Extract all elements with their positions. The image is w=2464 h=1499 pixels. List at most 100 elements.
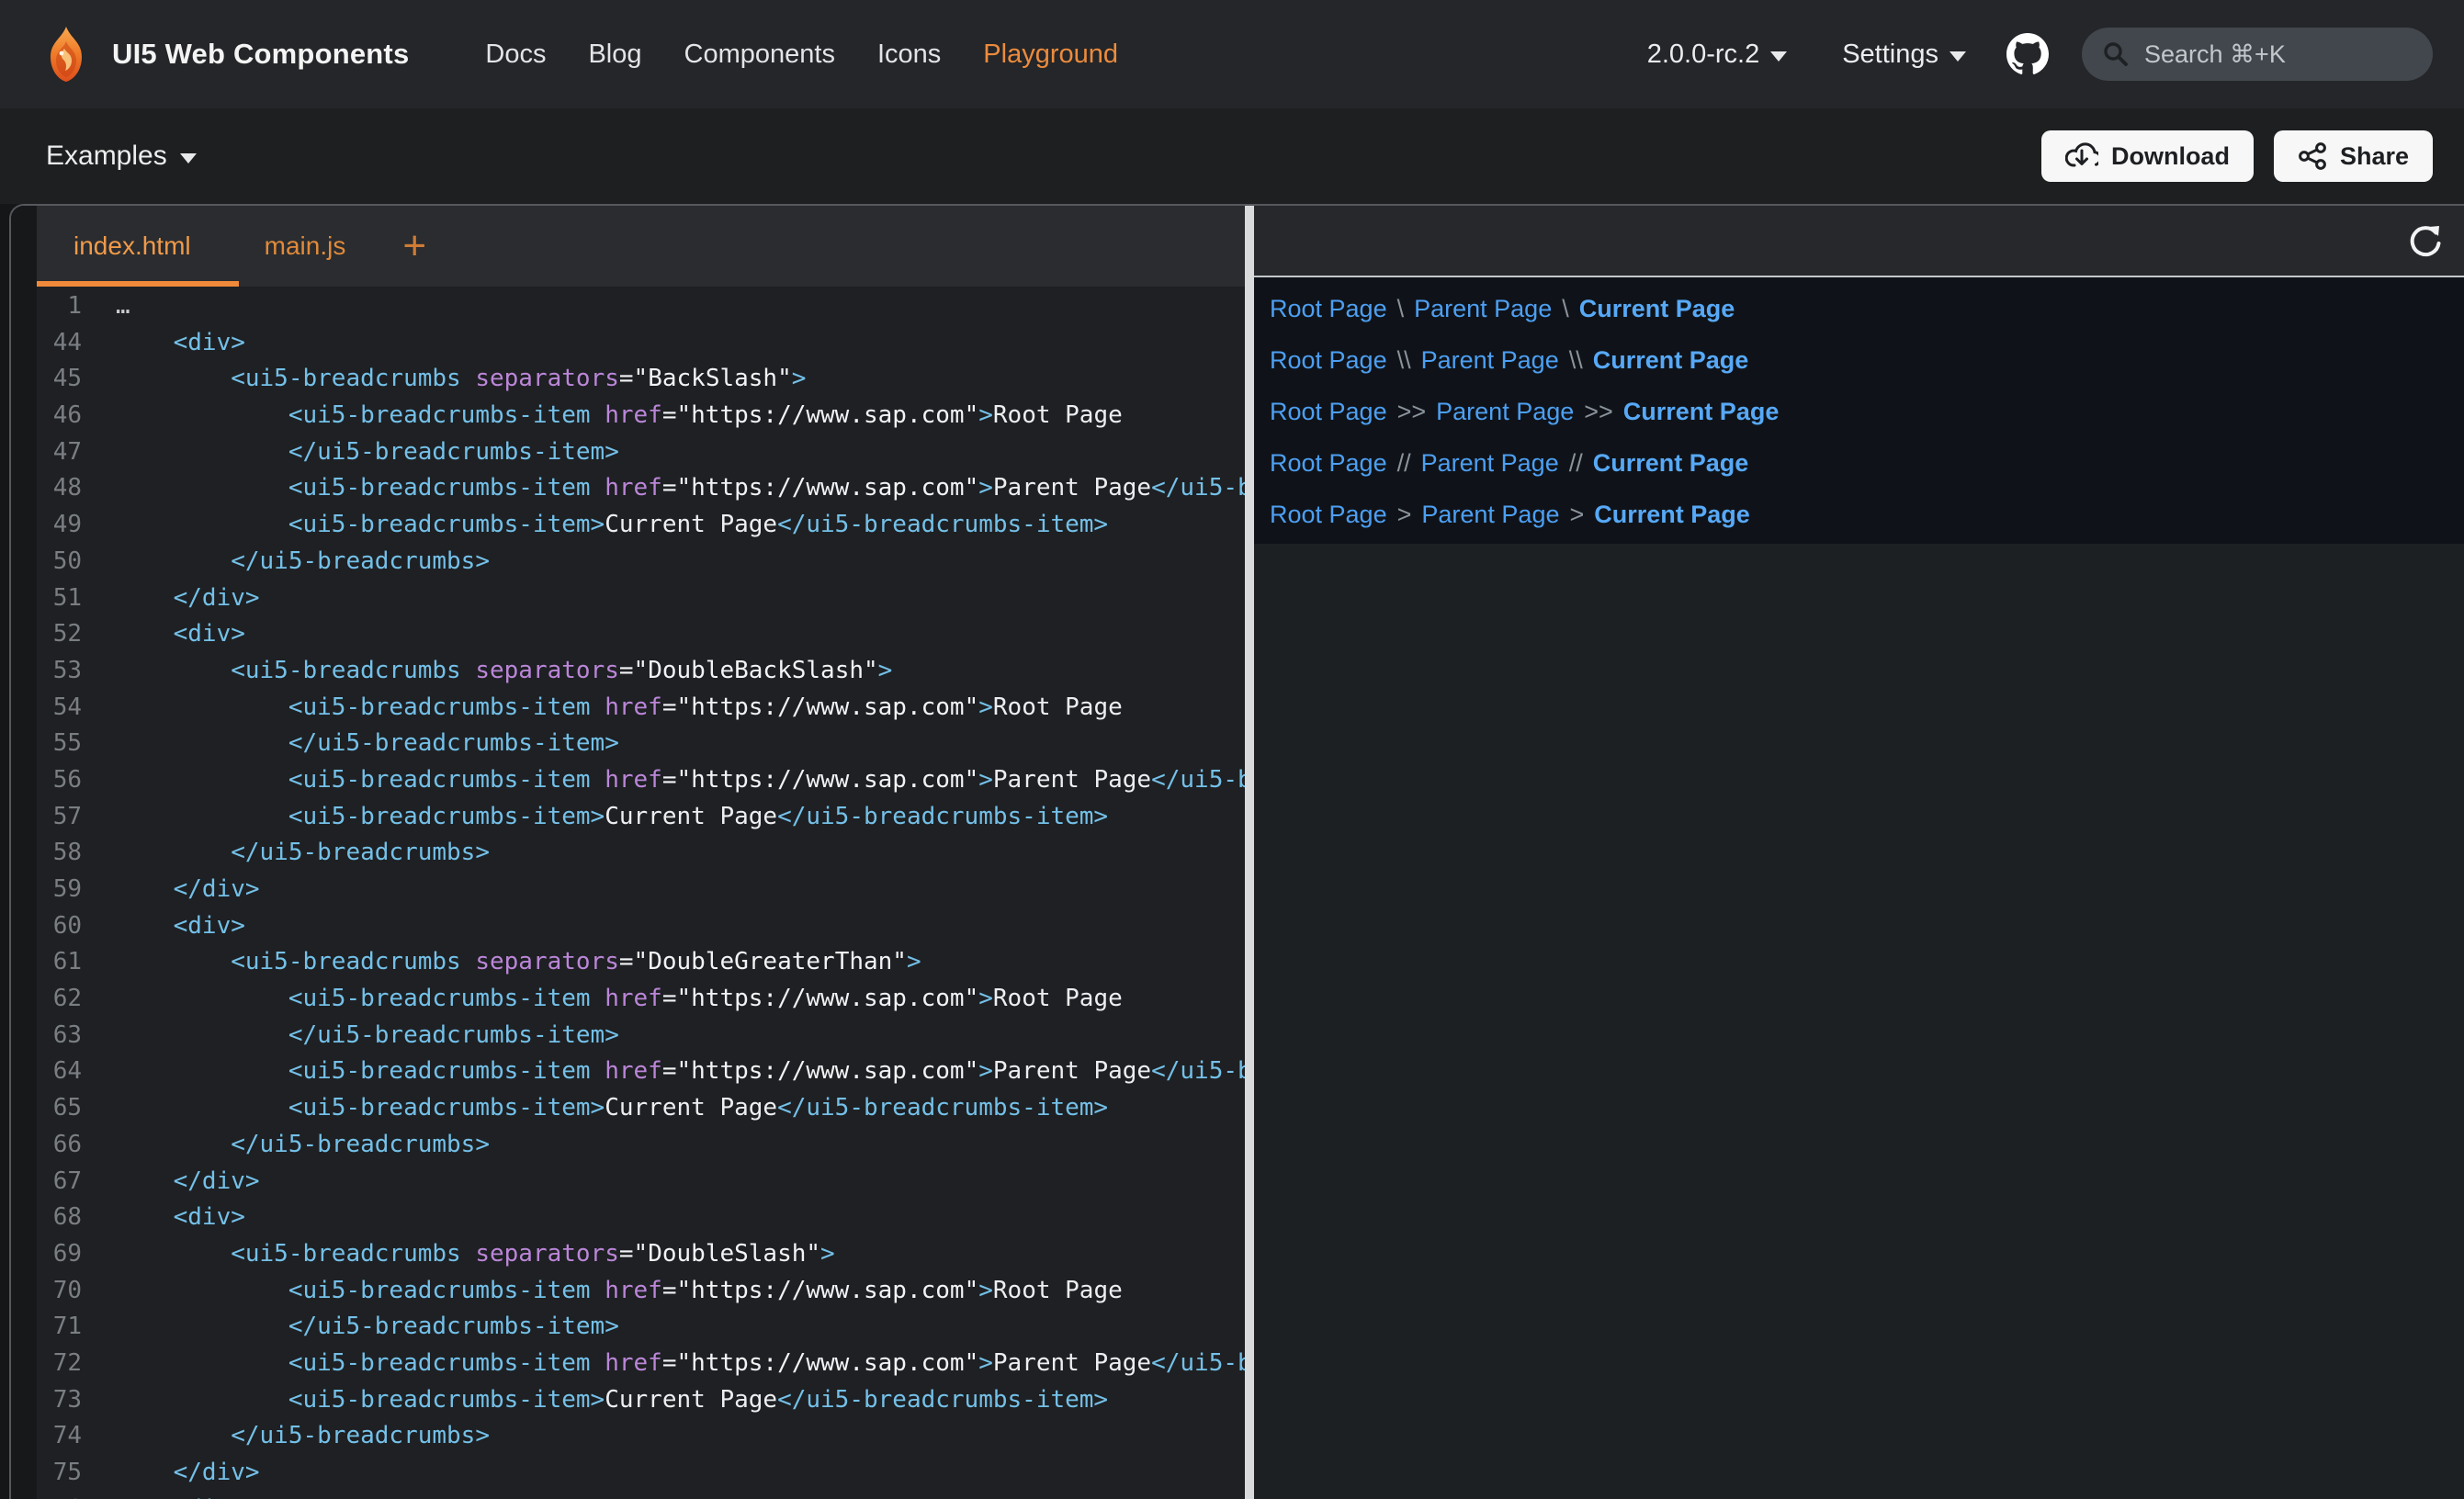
breadcrumb-current: Current Page [1593, 449, 1749, 477]
nav-link-blog[interactable]: Blog [567, 39, 662, 70]
top-navbar: UI5 Web Components DocsBlogComponentsIco… [0, 0, 2464, 108]
breadcrumb-link[interactable]: Parent Page [1436, 398, 1574, 425]
code-text: <div> [116, 908, 245, 945]
line-number: 59 [11, 872, 82, 908]
breadcrumb-link[interactable]: Parent Page [1414, 295, 1552, 322]
breadcrumb-current: Current Page [1594, 501, 1750, 528]
code-line: 44 <div> [11, 325, 1245, 362]
tab-main-js[interactable]: main.js [228, 231, 383, 261]
line-number: 57 [11, 799, 82, 836]
code-text: <ui5-breadcrumbs-item href="https://www.… [116, 1346, 1245, 1382]
code-area[interactable]: 1…44 <div>45 <ui5-breadcrumbs separators… [11, 287, 1245, 1499]
breadcrumb-link[interactable]: Root Page [1270, 346, 1387, 374]
nav-links: DocsBlogComponentsIconsPlayground [464, 39, 1139, 70]
code-editor-pane[interactable]: index.html main.js + 1…44 <div>45 <ui5-b… [11, 206, 1245, 1499]
code-text: </ui5-breadcrumbs> [116, 544, 490, 580]
line-number: 75 [11, 1455, 82, 1492]
line-number: 68 [11, 1200, 82, 1236]
line-number: 52 [11, 616, 82, 653]
line-number: 56 [11, 762, 82, 799]
add-tab-icon[interactable]: + [382, 228, 446, 265]
code-line: 49 <ui5-breadcrumbs-item>Current Page</u… [11, 507, 1245, 544]
code-text: <ui5-breadcrumbs-item>Current Page</ui5-… [116, 507, 1108, 544]
nav-link-components[interactable]: Components [663, 39, 856, 70]
line-number: 62 [11, 981, 82, 1018]
nav-link-docs[interactable]: Docs [464, 39, 567, 70]
breadcrumb-separator: >> [1584, 398, 1613, 425]
examples-dropdown[interactable]: Examples [46, 141, 197, 172]
breadcrumb-link[interactable]: Parent Page [1421, 501, 1559, 528]
toolbar-actions: Download Share [2041, 130, 2433, 182]
refresh-icon[interactable] [2405, 220, 2446, 261]
line-number: 58 [11, 835, 82, 872]
line-number: 76 [11, 1492, 82, 1499]
site-title: UI5 Web Components [112, 38, 409, 71]
examples-label: Examples [46, 141, 167, 172]
search-input[interactable] [2142, 39, 2403, 70]
share-button[interactable]: Share [2274, 130, 2433, 182]
code-text: </ui5-breadcrumbs> [116, 835, 490, 872]
line-number: 45 [11, 361, 82, 398]
code-line: 45 <ui5-breadcrumbs separators="BackSlas… [11, 361, 1245, 398]
breadcrumb-link[interactable]: Root Page [1270, 295, 1387, 322]
code-text: <ui5-breadcrumbs-item href="https://www.… [116, 398, 1123, 434]
code-line: 52 <div> [11, 616, 1245, 653]
code-line: 51 </div> [11, 580, 1245, 617]
code-text: <div> [116, 1492, 245, 1499]
github-icon[interactable] [2006, 33, 2049, 75]
download-button[interactable]: Download [2041, 130, 2254, 182]
code-line: 61 <ui5-breadcrumbs separators="DoubleGr… [11, 944, 1245, 981]
logo-phoenix-icon[interactable] [37, 25, 96, 84]
line-number: 67 [11, 1164, 82, 1200]
line-number: 61 [11, 944, 82, 981]
code-line: 1… [11, 288, 1245, 325]
search-icon [2102, 40, 2130, 68]
version-dropdown[interactable]: 2.0.0-rc.2 [1647, 39, 1788, 70]
line-number: 1 [11, 288, 82, 325]
code-text: <div> [116, 325, 245, 362]
download-label: Download [2111, 142, 2230, 171]
breadcrumb-link[interactable]: Root Page [1270, 501, 1387, 528]
editor-tabbar: index.html main.js + [11, 206, 1245, 287]
code-text: <ui5-breadcrumbs-item>Current Page</ui5-… [116, 1382, 1108, 1419]
code-text: … [116, 288, 133, 325]
breadcrumb-current: Current Page [1623, 398, 1780, 425]
breadcrumb-link[interactable]: Parent Page [1421, 449, 1559, 477]
code-line: 70 <ui5-breadcrumbs-item href="https://w… [11, 1273, 1245, 1310]
code-text: </ui5-breadcrumbs> [116, 1418, 490, 1455]
line-number: 66 [11, 1127, 82, 1164]
nav-link-playground[interactable]: Playground [962, 39, 1139, 70]
code-text: </div> [116, 1164, 260, 1200]
code-line: 59 </div> [11, 872, 1245, 908]
code-text: <ui5-breadcrumbs-item href="https://www.… [116, 1273, 1123, 1310]
breadcrumb-link[interactable]: Parent Page [1421, 346, 1559, 374]
code-text: </ui5-breadcrumbs> [116, 1127, 490, 1164]
preview-pane: Root Page\Parent Page\Current PageRoot P… [1254, 206, 2464, 1499]
breadcrumb-link[interactable]: Root Page [1270, 398, 1387, 425]
code-line: 69 <ui5-breadcrumbs separators="DoubleSl… [11, 1236, 1245, 1273]
code-text: </div> [116, 1455, 260, 1492]
line-number: 49 [11, 507, 82, 544]
code-text: <ui5-breadcrumbs-item>Current Page</ui5-… [116, 1090, 1108, 1127]
share-icon [2298, 141, 2327, 171]
code-line: 55 </ui5-breadcrumbs-item> [11, 726, 1245, 762]
breadcrumb-current: Current Page [1579, 295, 1735, 322]
pane-resizer[interactable] [1245, 206, 1254, 1499]
tab-index-html[interactable]: index.html [37, 231, 228, 261]
nav-link-icons[interactable]: Icons [856, 39, 962, 70]
line-number: 65 [11, 1090, 82, 1127]
line-number: 53 [11, 653, 82, 690]
playground-container: index.html main.js + 1…44 <div>45 <ui5-b… [9, 204, 2464, 1499]
line-number: 72 [11, 1346, 82, 1382]
code-line: 71 </ui5-breadcrumbs-item> [11, 1309, 1245, 1346]
breadcrumb-separator: // [1397, 449, 1411, 477]
code-line: 68 <div> [11, 1200, 1245, 1236]
search-box[interactable] [2082, 28, 2433, 81]
breadcrumb-row: Root Page\Parent Page\Current Page [1270, 283, 2464, 334]
code-text: <ui5-breadcrumbs-item href="https://www.… [116, 1054, 1245, 1090]
settings-dropdown[interactable]: Settings [1842, 39, 1966, 70]
preview-frame: Root Page\Parent Page\Current PageRoot P… [1254, 277, 2464, 544]
code-line: 50 </ui5-breadcrumbs> [11, 544, 1245, 580]
code-text: <ui5-breadcrumbs-item href="https://www.… [116, 762, 1245, 799]
breadcrumb-link[interactable]: Root Page [1270, 449, 1387, 477]
